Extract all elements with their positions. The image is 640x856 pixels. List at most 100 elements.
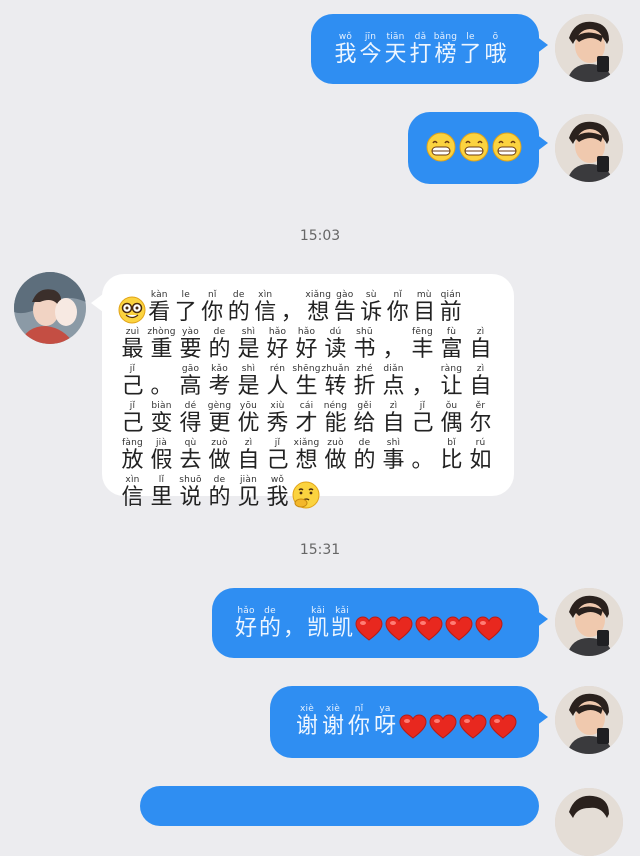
sender-avatar[interactable] bbox=[555, 588, 623, 656]
hanzi: 了 bbox=[459, 42, 482, 67]
pinyin: ràng bbox=[440, 364, 463, 374]
hanzi: 目 bbox=[413, 300, 436, 325]
hanzi: 人 bbox=[266, 374, 289, 399]
ruby-char: de 的 bbox=[205, 475, 234, 511]
receiver-avatar[interactable] bbox=[14, 272, 86, 344]
ruby-char: jiàn 见 bbox=[234, 475, 263, 511]
hanzi: 己 bbox=[121, 411, 144, 436]
pinyin: wǒ bbox=[270, 475, 285, 485]
hanzi: 看 bbox=[148, 300, 171, 325]
ruby-char: yōu 优 bbox=[234, 401, 263, 437]
ruby-char: 。 bbox=[147, 364, 176, 400]
ruby-char: biàn 变 bbox=[147, 401, 176, 437]
bubble-tail bbox=[536, 610, 548, 628]
heart-icon bbox=[459, 714, 487, 740]
ruby-char: zuì 最 bbox=[118, 327, 147, 363]
pinyin: qián bbox=[440, 290, 461, 300]
ruby-char: shì 是 bbox=[234, 364, 263, 400]
bubble-tail bbox=[536, 36, 548, 54]
pinyin: rén bbox=[269, 364, 286, 374]
heart-icon bbox=[385, 616, 413, 642]
sender-avatar-photo bbox=[555, 588, 623, 656]
ruby-char: xiǎng 想 bbox=[292, 438, 321, 474]
ruby-char: kàn 看 bbox=[146, 290, 173, 326]
pinyin: de bbox=[213, 475, 226, 485]
sender-avatar[interactable] bbox=[555, 14, 623, 82]
hanzi: 说 bbox=[179, 485, 202, 510]
ruby-char: dǎ 打 bbox=[408, 32, 433, 68]
ruby-char: xiǎng 想 bbox=[305, 290, 332, 326]
nerd-emoji bbox=[118, 296, 146, 324]
message-line: jǐ 己 biàn 变 dé 得 gèng 更 yōu 优 xiù 秀 cái 才 néng 能 gěi 给 zì 自… bbox=[118, 401, 502, 437]
pinyin: dé bbox=[184, 401, 197, 411]
hanzi: 的 bbox=[208, 485, 231, 510]
hanzi: 要 bbox=[179, 337, 202, 362]
message-line: fàng 放 jià 假 qù 去 zuò 做 zì 自 jǐ 己 xiǎng 想 zuò 做 de 的 shì 事 … bbox=[118, 438, 502, 474]
hanzi: 信 bbox=[254, 300, 277, 325]
hanzi: 的 bbox=[208, 337, 231, 362]
ruby-char: fēng 丰 bbox=[408, 327, 437, 363]
pinyin: shì bbox=[386, 438, 401, 448]
pinyin: jǐ bbox=[274, 438, 281, 448]
outgoing-message-5[interactable]: xiè 谢 xiè 谢 nǐ 你 ya 呀 bbox=[270, 686, 548, 758]
ruby-char: jǐ 己 bbox=[408, 401, 437, 437]
ruby-char: wǒ 我 bbox=[333, 32, 358, 68]
hanzi: 好 bbox=[266, 337, 289, 362]
hanzi: 呀 bbox=[373, 714, 396, 739]
ruby-char: mù 目 bbox=[411, 290, 438, 326]
pinyin: xiǎng bbox=[293, 438, 320, 448]
message-text: wǒ 我 jīn 今 tiān 天 dǎ 打 bǎng 榜 le 了 ō 哦 bbox=[333, 32, 519, 68]
pinyin: kǎo bbox=[211, 364, 228, 374]
hanzi: 我 bbox=[334, 42, 357, 67]
outgoing-message-1[interactable]: wǒ 我 jīn 今 tiān 天 dǎ 打 bǎng 榜 le 了 ō 哦 bbox=[311, 14, 548, 84]
ruby-char: ěr 尔 bbox=[466, 401, 495, 437]
pinyin: rú bbox=[475, 438, 486, 448]
ruby-char: rén 人 bbox=[263, 364, 292, 400]
ruby-char: ， bbox=[282, 606, 306, 642]
outgoing-message-4[interactable]: hǎo 好 de 的 ， kǎi 凯 kǎi 凯 bbox=[212, 588, 548, 658]
sender-avatar[interactable] bbox=[555, 788, 623, 856]
pinyin: ěr bbox=[475, 401, 486, 411]
ruby-char: fù 富 bbox=[437, 327, 466, 363]
pinyin: shū bbox=[356, 327, 373, 337]
ruby-char: jīn 今 bbox=[358, 32, 383, 68]
sender-avatar[interactable] bbox=[555, 114, 623, 182]
hanzi: 生 bbox=[295, 374, 318, 399]
pinyin: biàn bbox=[151, 401, 172, 411]
outgoing-message-2[interactable] bbox=[408, 112, 548, 184]
pinyin: diǎn bbox=[383, 364, 404, 374]
hanzi: 好 bbox=[295, 337, 318, 362]
pinyin: yào bbox=[182, 327, 199, 337]
sender-avatar[interactable] bbox=[555, 686, 623, 754]
ruby-char: gěi 给 bbox=[350, 401, 379, 437]
message-text: hǎo 好 de 的 ， kǎi 凯 kǎi 凯 bbox=[234, 606, 539, 642]
pinyin: xiè bbox=[326, 704, 340, 714]
ruby-char: bǐ 比 bbox=[437, 438, 466, 474]
ruby-char: lǐ 里 bbox=[147, 475, 176, 511]
ruby-char: zì 自 bbox=[466, 364, 495, 400]
incoming-message[interactable]: kàn 看 le 了 nǐ 你 de 的 xìn 信 ， xiǎng 想 gào 告 sù 诉 nǐ 你 mù 目 qi… bbox=[91, 274, 514, 510]
message-line: xìn 信 lǐ 里 shuō 说 de 的 jiàn 见 wǒ 我 bbox=[118, 475, 502, 511]
ruby-char: dé 得 bbox=[176, 401, 205, 437]
ruby-char: le 了 bbox=[173, 290, 200, 326]
pinyin: hǎo bbox=[268, 327, 287, 337]
ruby-char: ， bbox=[379, 327, 408, 363]
hanzi: 你 bbox=[347, 714, 370, 739]
pinyin: de bbox=[213, 327, 226, 337]
ruby-char: bǎng 榜 bbox=[433, 32, 458, 68]
pinyin: nǐ bbox=[207, 290, 217, 300]
ruby-char: shì 是 bbox=[234, 327, 263, 363]
pinyin: de bbox=[232, 290, 245, 300]
pinyin: shì bbox=[241, 364, 256, 374]
pinyin: fàng bbox=[122, 438, 143, 448]
ruby-char: shì 事 bbox=[379, 438, 408, 474]
pinyin: mù bbox=[416, 290, 432, 300]
sender-avatar-photo bbox=[555, 114, 623, 182]
hanzi: 信 bbox=[121, 485, 144, 510]
outgoing-message-partial[interactable] bbox=[140, 786, 539, 826]
pinyin: jǐ bbox=[129, 364, 136, 374]
hanzi: 天 bbox=[384, 42, 407, 67]
heart-icon bbox=[489, 714, 517, 740]
hanzi: 今 bbox=[359, 42, 382, 67]
pinyin: zuò bbox=[211, 438, 228, 448]
